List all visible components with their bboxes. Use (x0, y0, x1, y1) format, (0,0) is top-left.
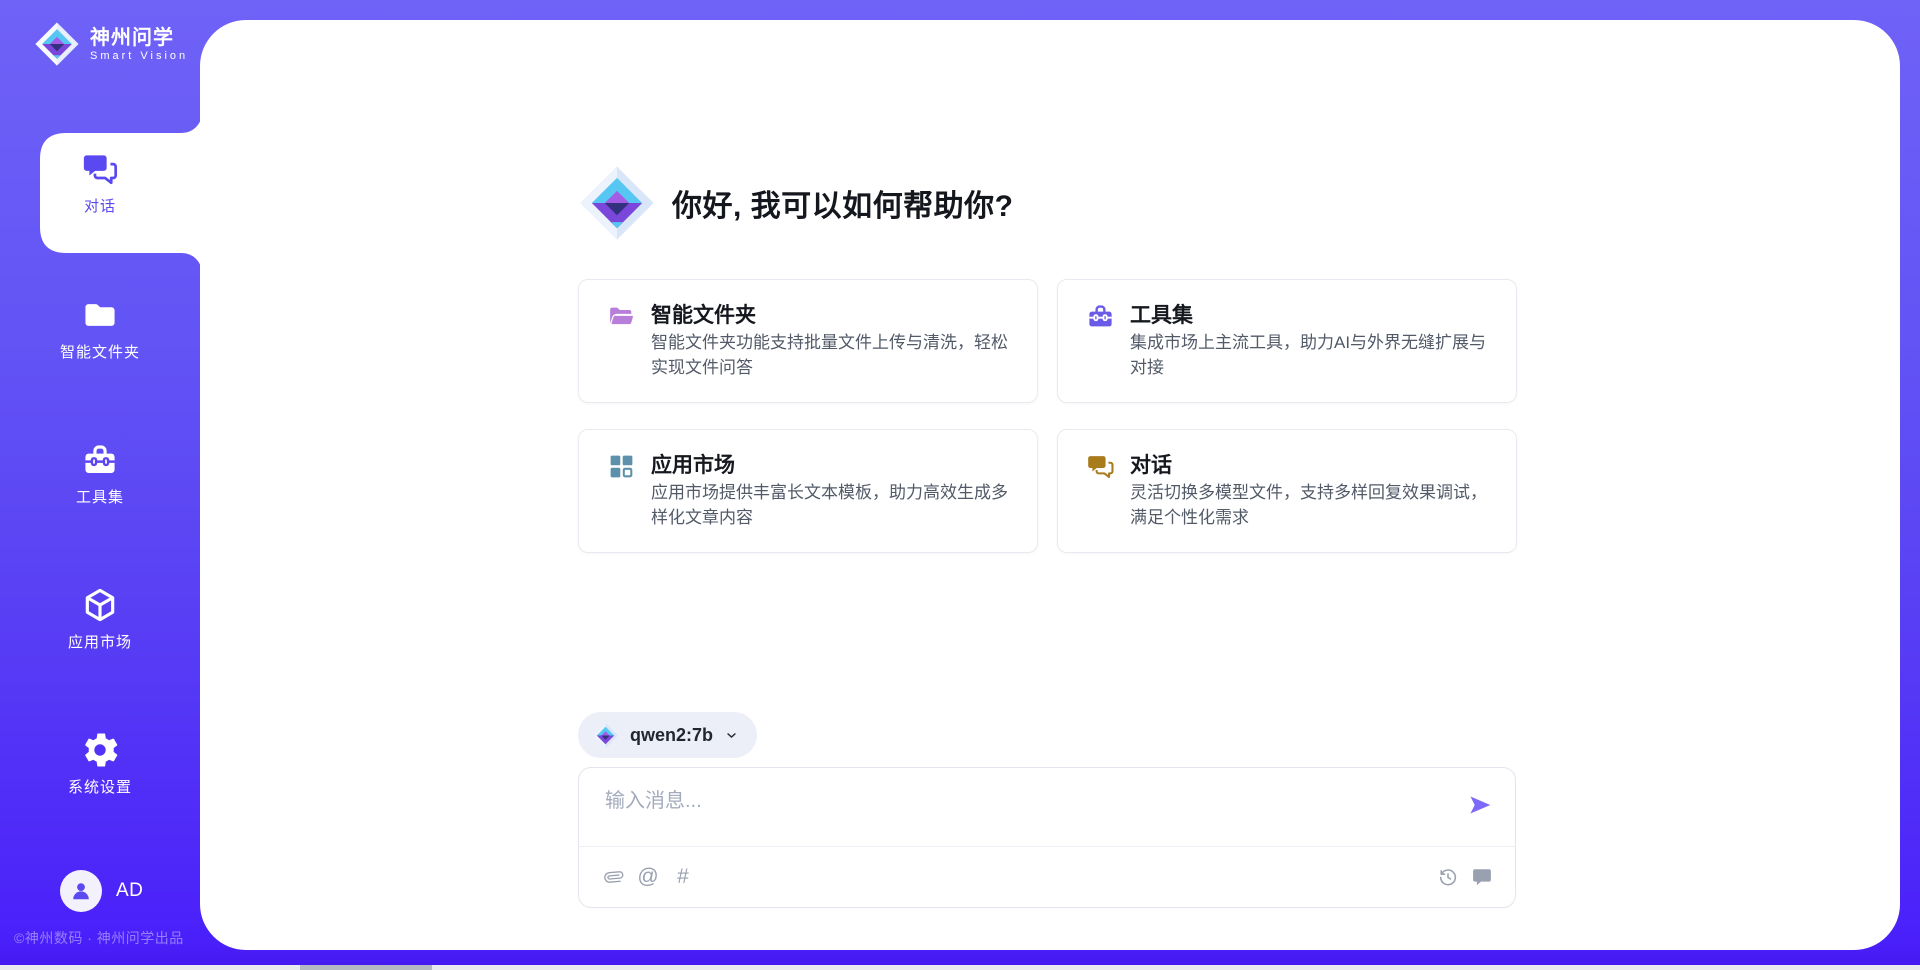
model-selector[interactable]: qwen2:7b (578, 712, 757, 758)
feature-card-toolbox[interactable]: 工具集 集成市场上主流工具，助力AI与外界无缝扩展与对接 (1057, 279, 1517, 403)
brand-subtitle: Smart Vision (90, 50, 188, 62)
greeting-diamond-icon (578, 164, 656, 242)
comment-icon[interactable] (1471, 866, 1493, 888)
card-desc: 智能文件夹功能支持批量文件上传与清洗，轻松实现文件问答 (651, 330, 1011, 380)
card-title: 应用市场 (651, 449, 735, 479)
message-input[interactable] (603, 782, 1427, 842)
app-window: 神州问学 Smart Vision 对话 智能文件夹 (0, 0, 1920, 970)
brand-logo: 神州问学 Smart Vision (34, 21, 188, 67)
apps-grid-icon (607, 452, 636, 481)
paperclip-icon[interactable] (603, 866, 625, 888)
sidebar-item-label: 系统设置 (68, 776, 132, 797)
feature-cards: 智能文件夹 智能文件夹功能支持批量文件上传与清洗，轻松实现文件问答 工具集 集成… (578, 279, 1518, 553)
brand-name: 神州问学 (90, 27, 188, 50)
model-name: qwen2:7b (630, 725, 713, 746)
hash-icon[interactable]: # (672, 866, 694, 888)
toolbox-icon (1086, 302, 1115, 331)
model-diamond-icon (592, 722, 619, 749)
folder-icon (81, 296, 119, 334)
card-title: 对话 (1130, 449, 1172, 479)
at-icon[interactable]: @ (637, 866, 659, 888)
sidebar-item-chat[interactable]: 对话 (0, 150, 200, 216)
sidebar-footer: ©神州数码 · 神州问学出品 (14, 928, 214, 948)
cube-icon (81, 586, 119, 624)
card-title: 工具集 (1130, 299, 1193, 329)
sidebar-item-settings[interactable]: 系统设置 (0, 731, 200, 797)
folder-open-icon (607, 302, 636, 331)
feature-card-app-market[interactable]: 应用市场 应用市场提供丰富长文本模板，助力高效生成多样化文章内容 (578, 429, 1038, 553)
card-title: 智能文件夹 (651, 299, 756, 329)
sidebar-item-app-market[interactable]: 应用市场 (0, 586, 200, 652)
user-account[interactable]: AD (60, 870, 143, 912)
card-desc: 应用市场提供丰富长文本模板，助力高效生成多样化文章内容 (651, 480, 1011, 530)
brand-diamond-icon (34, 21, 80, 67)
avatar (60, 870, 102, 912)
greeting-block: 你好, 我可以如何帮助你? (578, 164, 1014, 242)
user-icon (68, 878, 94, 904)
sidebar-item-label: 应用市场 (68, 631, 132, 652)
sidebar-item-label: 对话 (84, 195, 116, 216)
chat-icon (81, 150, 119, 188)
greeting-title: 你好, 我可以如何帮助你? (672, 181, 1014, 225)
toolbox-icon (81, 441, 119, 479)
horizontal-scrollbar (0, 965, 1920, 970)
card-desc: 集成市场上主流工具，助力AI与外界无缝扩展与对接 (1130, 330, 1490, 380)
history-icon[interactable] (1437, 866, 1459, 888)
card-desc: 灵活切换多模型文件，支持多样回复效果调试，满足个性化需求 (1130, 480, 1490, 530)
horizontal-scrollbar-thumb[interactable] (300, 965, 432, 970)
sidebar-item-label: 智能文件夹 (60, 341, 140, 362)
gear-icon (81, 731, 119, 769)
send-icon[interactable] (1467, 792, 1493, 818)
sidebar-item-smart-folder[interactable]: 智能文件夹 (0, 296, 200, 362)
sidebar-item-toolbox[interactable]: 工具集 (0, 441, 200, 507)
composer: @ # (578, 767, 1516, 908)
sidebar-item-label: 工具集 (76, 486, 124, 507)
user-name: AD (116, 880, 143, 902)
chat-icon (1086, 452, 1115, 481)
feature-card-chat[interactable]: 对话 灵活切换多模型文件，支持多样回复效果调试，满足个性化需求 (1057, 429, 1517, 553)
feature-card-smart-folder[interactable]: 智能文件夹 智能文件夹功能支持批量文件上传与清洗，轻松实现文件问答 (578, 279, 1038, 403)
composer-divider (579, 846, 1515, 847)
chevron-down-icon (724, 728, 739, 743)
